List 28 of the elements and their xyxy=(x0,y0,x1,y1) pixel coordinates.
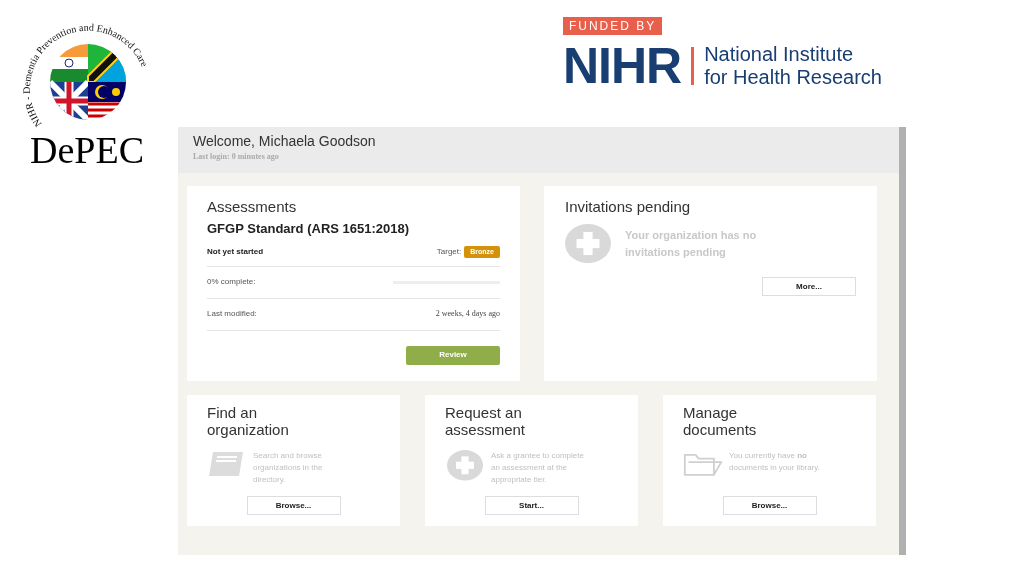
nihr-acronym: NIHR xyxy=(562,41,682,91)
card-title: Assessments xyxy=(207,198,298,216)
welcome-title: Welcome, Michaela Goodson xyxy=(193,132,377,151)
tile-button[interactable]: Browse... xyxy=(722,496,817,515)
status-text: Not yet started xyxy=(207,246,263,258)
last-login-text: Last login: 0 minutes ago xyxy=(193,151,280,163)
tile-title: documents xyxy=(683,421,758,438)
tile-button[interactable]: Browse... xyxy=(246,496,341,515)
plus-circle-icon xyxy=(447,450,483,481)
tile-title: Manage xyxy=(683,404,739,421)
standard-title: GFGP Standard (ARS 1651:2018) xyxy=(207,220,411,238)
institute-name: National Institute xyxy=(704,43,855,66)
modified-label: Last modified: xyxy=(207,308,257,320)
more-button[interactable]: More... xyxy=(762,277,856,297)
modified-value: 2 weeks, 4 days ago xyxy=(435,308,500,320)
tile-title: Request an xyxy=(445,404,523,421)
logo-wordmark: DePEC xyxy=(30,130,144,170)
institute-name: for Health Research xyxy=(704,66,882,89)
funded-by-badge: FUNDED BY xyxy=(562,17,663,35)
card-title: Invitations pending xyxy=(565,198,692,216)
tile-title: Find an xyxy=(207,404,259,421)
tile-title: organization xyxy=(207,421,290,438)
tile-button[interactable]: Start... xyxy=(484,496,579,515)
plus-circle-icon xyxy=(565,224,611,264)
target-label: Target: xyxy=(436,246,462,258)
progress-label: 0% complete: xyxy=(207,276,256,288)
scrollbar[interactable] xyxy=(899,127,906,555)
tile-title: assessment xyxy=(445,421,527,438)
